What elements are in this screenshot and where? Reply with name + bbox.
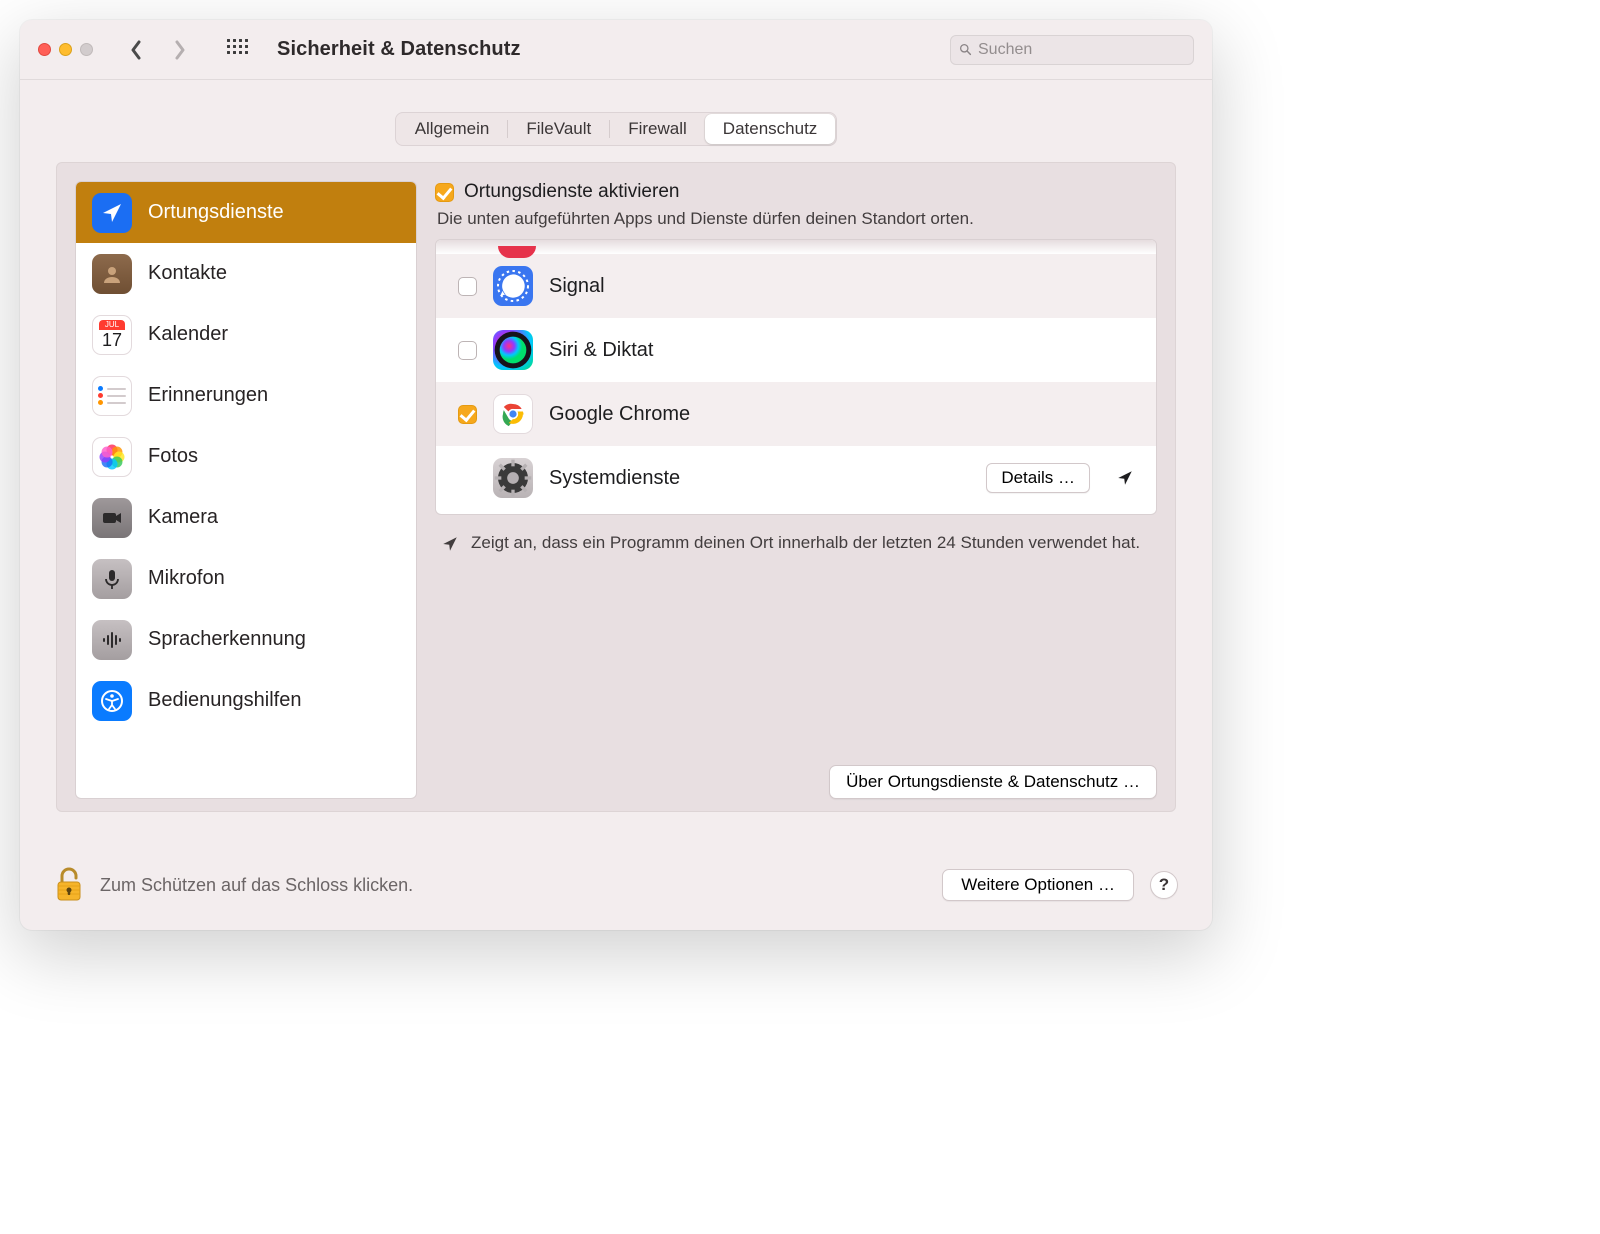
sidebar-item-photos[interactable]: Fotos bbox=[76, 426, 416, 487]
app-row-system-services[interactable]: Systemdienste Details … bbox=[436, 446, 1156, 510]
search-icon bbox=[959, 42, 972, 57]
sidebar-item-label: Ortungsdienste bbox=[148, 201, 284, 224]
partial-app-icon bbox=[498, 246, 536, 258]
chrome-icon bbox=[493, 394, 533, 434]
lock-icon[interactable] bbox=[54, 866, 84, 904]
sidebar-item-label: Spracherkennung bbox=[148, 628, 306, 651]
sidebar-item-reminders[interactable]: Erinnerungen bbox=[76, 365, 416, 426]
enable-location-label: Ortungsdienste aktivieren bbox=[464, 181, 679, 203]
lock-hint-text: Zum Schützen auf das Schloss klicken. bbox=[100, 875, 413, 896]
forward-button[interactable] bbox=[167, 37, 193, 63]
help-button[interactable]: ? bbox=[1150, 871, 1178, 899]
calendar-month: JUL bbox=[99, 320, 125, 330]
sidebar-item-label: Fotos bbox=[148, 445, 198, 468]
sidebar-item-label: Kontakte bbox=[148, 262, 227, 285]
legend-text: Zeigt an, dass ein Programm deinen Ort i… bbox=[471, 533, 1140, 553]
zoom-window-button[interactable] bbox=[80, 43, 93, 56]
tab-privacy[interactable]: Datenschutz bbox=[705, 114, 836, 144]
tab-general[interactable]: Allgemein bbox=[397, 114, 508, 144]
close-window-button[interactable] bbox=[38, 43, 51, 56]
calendar-day: 17 bbox=[99, 330, 125, 349]
enable-location-checkbox[interactable] bbox=[435, 183, 454, 202]
app-label: Systemdienste bbox=[549, 467, 680, 490]
sidebar-item-calendar[interactable]: JUL 17 Kalender bbox=[76, 304, 416, 365]
signal-icon bbox=[493, 266, 533, 306]
speech-icon bbox=[92, 620, 132, 660]
calendar-icon: JUL 17 bbox=[92, 315, 132, 355]
about-button-wrap: Über Ortungsdienste & Datenschutz … bbox=[435, 765, 1157, 799]
footer: Zum Schützen auf das Schloss klicken. We… bbox=[20, 866, 1212, 930]
sidebar-item-label: Kamera bbox=[148, 506, 218, 529]
sidebar-item-label: Kalender bbox=[148, 323, 228, 346]
location-indicator-icon bbox=[1116, 469, 1134, 487]
sidebar-item-speech[interactable]: Spracherkennung bbox=[76, 609, 416, 670]
sidebar-item-label: Bedienungshilfen bbox=[148, 689, 301, 712]
sidebar-item-camera[interactable]: Kamera bbox=[76, 487, 416, 548]
siri-icon bbox=[493, 330, 533, 370]
minimize-window-button[interactable] bbox=[59, 43, 72, 56]
app-row-siri[interactable]: Siri & Diktat bbox=[436, 318, 1156, 382]
microphone-icon bbox=[92, 559, 132, 599]
reminders-icon bbox=[92, 376, 132, 416]
app-checkbox-signal[interactable] bbox=[458, 277, 477, 296]
enable-location-row: Ortungsdienste aktivieren bbox=[435, 181, 1157, 203]
tabs-row: Allgemein FileVault Firewall Datenschutz bbox=[20, 80, 1212, 146]
app-checkbox-siri[interactable] bbox=[458, 341, 477, 360]
contacts-icon bbox=[92, 254, 132, 294]
photos-icon bbox=[92, 437, 132, 477]
system-services-details-button[interactable]: Details … bbox=[986, 463, 1090, 493]
tab-firewall[interactable]: Firewall bbox=[610, 114, 705, 144]
search-input[interactable] bbox=[978, 41, 1185, 59]
privacy-sidebar[interactable]: Ortungsdienste Kontakte JUL 17 Kalender bbox=[75, 181, 417, 799]
system-services-icon bbox=[493, 458, 533, 498]
accessibility-icon bbox=[92, 681, 132, 721]
sidebar-item-contacts[interactable]: Kontakte bbox=[76, 243, 416, 304]
sidebar-item-accessibility[interactable]: Bedienungshilfen bbox=[76, 670, 416, 731]
titlebar: Sicherheit & Datenschutz bbox=[20, 20, 1212, 80]
content-panel: Ortungsdienste Kontakte JUL 17 Kalender bbox=[56, 162, 1176, 812]
show-all-button[interactable] bbox=[227, 39, 249, 61]
nav-buttons bbox=[123, 37, 249, 63]
app-row-chrome[interactable]: Google Chrome bbox=[436, 382, 1156, 446]
traffic-lights bbox=[38, 43, 93, 56]
window-title: Sicherheit & Datenschutz bbox=[277, 38, 521, 61]
app-row-signal[interactable]: Signal bbox=[436, 254, 1156, 318]
sidebar-item-label: Mikrofon bbox=[148, 567, 225, 590]
app-list[interactable]: Signal Siri & Diktat bbox=[435, 239, 1157, 515]
app-checkbox-chrome[interactable] bbox=[458, 405, 477, 424]
tabs: Allgemein FileVault Firewall Datenschutz bbox=[395, 112, 838, 146]
tab-filevault[interactable]: FileVault bbox=[508, 114, 609, 144]
app-label: Google Chrome bbox=[549, 403, 690, 426]
app-label: Signal bbox=[549, 275, 605, 298]
back-button[interactable] bbox=[123, 37, 149, 63]
app-row-partial bbox=[436, 240, 1156, 254]
location-icon bbox=[92, 193, 132, 233]
sidebar-item-label: Erinnerungen bbox=[148, 384, 268, 407]
detail-pane: Ortungsdienste aktivieren Die unten aufg… bbox=[435, 181, 1157, 799]
sidebar-item-location[interactable]: Ortungsdienste bbox=[76, 182, 416, 243]
sidebar-item-microphone[interactable]: Mikrofon bbox=[76, 548, 416, 609]
location-legend: Zeigt an, dass ein Programm deinen Ort i… bbox=[435, 533, 1157, 553]
about-location-privacy-button[interactable]: Über Ortungsdienste & Datenschutz … bbox=[829, 765, 1157, 799]
location-indicator-icon bbox=[441, 535, 459, 553]
search-box[interactable] bbox=[950, 35, 1194, 65]
enable-location-desc: Die unten aufgeführten Apps und Dienste … bbox=[437, 209, 1157, 229]
preferences-window: Sicherheit & Datenschutz Allgemein FileV… bbox=[20, 20, 1212, 930]
camera-icon bbox=[92, 498, 132, 538]
app-label: Siri & Diktat bbox=[549, 339, 653, 362]
more-options-button[interactable]: Weitere Optionen … bbox=[942, 869, 1134, 901]
